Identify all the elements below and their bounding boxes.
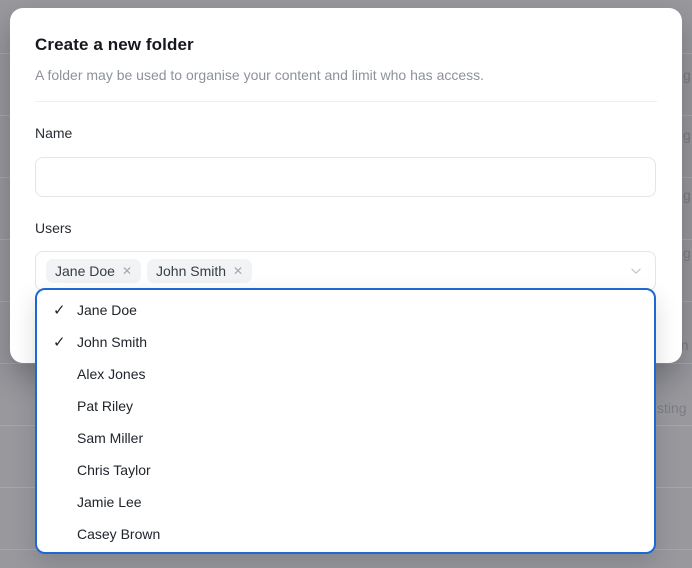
- background-text-fragment: g: [683, 245, 691, 261]
- user-option-label: Jamie Lee: [77, 494, 142, 510]
- background-text-fragment: g: [683, 187, 691, 203]
- screen: ggggansting Create a new folder A folder…: [0, 0, 692, 568]
- selected-user-tag: Jane Doe ✕: [46, 259, 141, 283]
- background-text-fragment: g: [683, 67, 691, 83]
- user-option-label: Alex Jones: [77, 366, 146, 382]
- user-option-label: Chris Taylor: [77, 462, 151, 478]
- remove-tag-icon[interactable]: ✕: [233, 265, 243, 277]
- checkmark-icon: ✓: [53, 302, 66, 319]
- user-option-casey-brown[interactable]: Casey Brown: [37, 518, 654, 550]
- modal-description: A folder may be used to organise your co…: [35, 67, 485, 83]
- user-option-john-smith[interactable]: ✓ John Smith: [37, 326, 654, 358]
- user-option-pat-riley[interactable]: Pat Riley: [37, 390, 654, 422]
- chevron-down-icon: [629, 264, 643, 278]
- users-multiselect[interactable]: Jane Doe ✕ John Smith ✕: [35, 251, 656, 291]
- user-option-jane-doe[interactable]: ✓ Jane Doe: [37, 294, 654, 326]
- user-option-label: Jane Doe: [77, 302, 137, 318]
- user-option-alex-jones[interactable]: Alex Jones: [37, 358, 654, 390]
- divider: [35, 101, 657, 102]
- user-option-label: Casey Brown: [77, 526, 161, 542]
- background-text-fragment: sting: [657, 400, 687, 416]
- modal-title: Create a new folder: [35, 35, 194, 54]
- user-option-label: John Smith: [77, 334, 148, 350]
- selected-user-name: Jane Doe: [55, 263, 115, 279]
- user-option-label: Pat Riley: [77, 398, 134, 414]
- users-option-list: ✓ Jane Doe ✓ John Smith Alex Jones Pat Riley S…: [37, 294, 654, 550]
- selected-user-name: John Smith: [156, 263, 227, 279]
- user-option-chris-taylor[interactable]: Chris Taylor: [37, 454, 654, 486]
- user-option-jamie-lee[interactable]: Jamie Lee: [37, 486, 654, 518]
- selected-user-tag: John Smith ✕: [147, 259, 253, 283]
- name-label: Name: [35, 125, 73, 141]
- background-text-fragment: g: [683, 127, 691, 143]
- folder-name-input[interactable]: [35, 157, 656, 197]
- users-label: Users: [35, 220, 72, 236]
- user-option-label: Sam Miller: [77, 430, 144, 446]
- user-option-sam-miller[interactable]: Sam Miller: [37, 422, 654, 454]
- users-dropdown-listbox: ✓ Jane Doe ✓ John Smith Alex Jones Pat Riley S…: [35, 288, 656, 554]
- remove-tag-icon[interactable]: ✕: [122, 265, 132, 277]
- checkmark-icon: ✓: [53, 334, 66, 351]
